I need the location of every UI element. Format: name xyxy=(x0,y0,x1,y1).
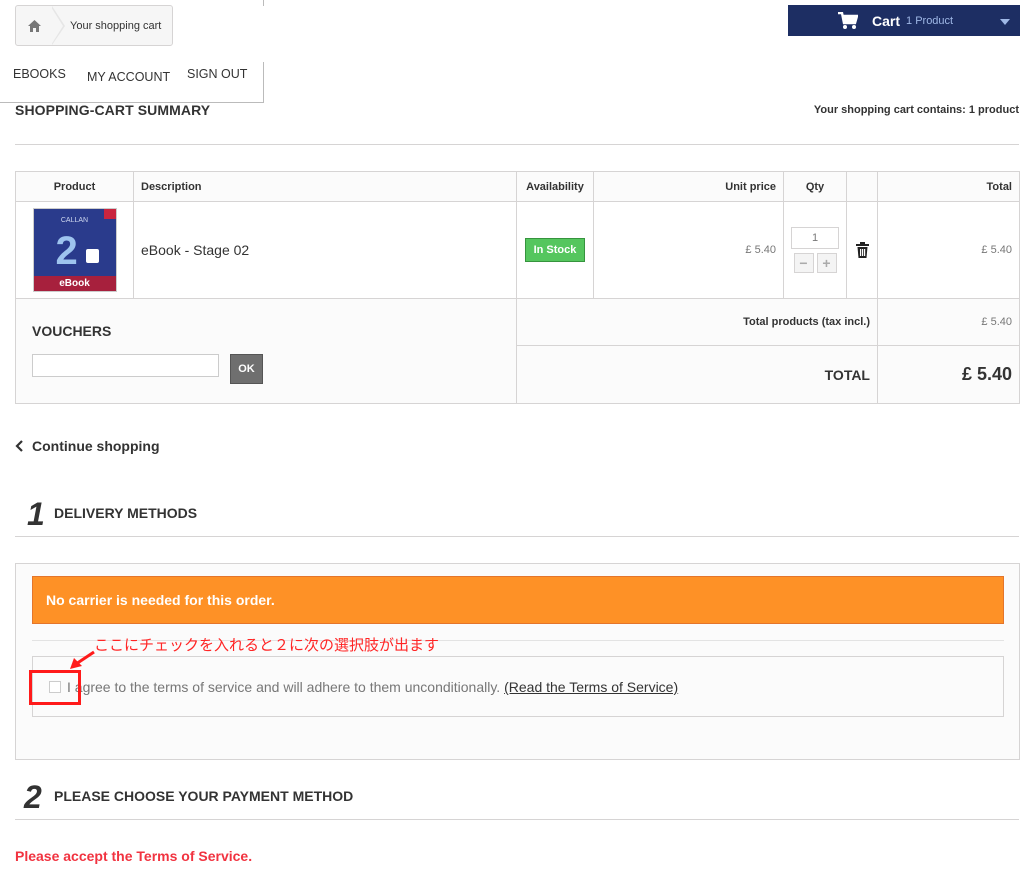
cart-table: Product Description Availability Unit pr… xyxy=(15,171,1020,404)
vouchers-section: VOUCHERS OK xyxy=(15,298,517,404)
annotation-highlight xyxy=(29,670,81,705)
divider xyxy=(15,144,1019,145)
unit-price: £ 5.40 xyxy=(745,244,776,256)
page-title: SHOPPING-CART SUMMARY xyxy=(15,102,211,118)
divider xyxy=(15,536,1019,537)
divider xyxy=(15,819,1019,820)
menu-item-my-account[interactable]: MY ACCOUNT xyxy=(87,70,170,84)
continue-shopping-label: Continue shopping xyxy=(32,438,160,454)
table-row: CALLAN 2 eBook eBook - Stage 02 In Stock… xyxy=(15,201,1020,299)
terms-text: I agree to the terms of service and will… xyxy=(67,679,501,695)
quantity-increase-button[interactable]: + xyxy=(816,253,837,273)
continue-shopping-link[interactable]: Continue shopping xyxy=(15,438,160,454)
step-2-title: PLEASE CHOOSE YOUR PAYMENT METHOD xyxy=(54,788,354,804)
caret-down-icon xyxy=(1000,19,1010,25)
cart-label: Cart xyxy=(872,12,901,29)
thumbnail-brand: CALLAN xyxy=(60,217,89,224)
terms-link[interactable]: (Read the Terms of Service) xyxy=(504,679,678,695)
voucher-ok-button[interactable]: OK xyxy=(230,354,263,384)
availability-badge: In Stock xyxy=(524,238,586,262)
breadcrumb-current: Your shopping cart xyxy=(70,19,162,32)
vouchers-title: VOUCHERS xyxy=(32,323,112,339)
step-1-title: DELIVERY METHODS xyxy=(54,505,198,521)
grand-total-value: £ 5.40 xyxy=(877,345,1020,404)
header-qty: Qty xyxy=(783,171,847,202)
thumbnail-number: 2 xyxy=(55,229,78,273)
product-thumbnail[interactable]: CALLAN 2 eBook xyxy=(32,208,117,292)
header-product: Product xyxy=(15,171,134,202)
product-name-link[interactable]: eBook - Stage 02 xyxy=(141,242,249,258)
line-total: £ 5.40 xyxy=(981,244,1012,256)
step-2-number: 2 xyxy=(24,779,42,815)
quantity-decrease-button[interactable]: − xyxy=(793,253,814,273)
menu-item-ebooks[interactable]: EBOOKS xyxy=(13,67,66,81)
total-products-value: £ 5.40 xyxy=(877,298,1020,346)
home-icon xyxy=(27,19,41,32)
header-description: Description xyxy=(133,171,517,202)
terms-warning: Please accept the Terms of Service. xyxy=(15,848,253,864)
header-unit-price: Unit price xyxy=(593,171,784,202)
terms-label: I agree to the terms of service and will… xyxy=(67,679,678,695)
total-products-label: Total products (tax incl.) xyxy=(516,298,878,346)
annotation-arrow-icon xyxy=(70,650,95,669)
header-total: Total xyxy=(877,171,1020,202)
cart-button[interactable]: Cart 1 Product xyxy=(788,5,1020,36)
breadcrumb: Your shopping cart xyxy=(15,5,173,46)
home-link[interactable] xyxy=(16,6,52,45)
thumbnail-label: eBook xyxy=(33,276,116,291)
chevron-left-icon xyxy=(15,440,23,452)
grand-total-label: TOTAL xyxy=(516,345,878,404)
quantity-input[interactable]: 1 xyxy=(791,227,839,249)
terms-of-service-box: I agree to the terms of service and will… xyxy=(32,656,1004,717)
account-menu: EBOOKS MY ACCOUNT SIGN OUT xyxy=(0,62,264,103)
step-1-number: 1 xyxy=(27,496,45,532)
trash-icon[interactable] xyxy=(855,242,869,258)
shopping-cart-icon xyxy=(838,11,858,29)
cart-count: 1 Product xyxy=(906,14,954,27)
header-delete xyxy=(846,171,878,202)
totals-row: VOUCHERS OK Total products (tax incl.) £… xyxy=(15,298,1020,404)
voucher-code-input[interactable] xyxy=(32,354,219,377)
header-availability: Availability xyxy=(516,171,594,202)
annotation-text: ここにチェックを入れると２に次の選択肢が出ます xyxy=(94,636,440,654)
menu-item-sign-out[interactable]: SIGN OUT xyxy=(187,67,247,81)
carrier-alert: No carrier is needed for this order. xyxy=(32,576,1004,624)
cart-summary-count: Your shopping cart contains: 1 product xyxy=(813,104,1019,116)
delivery-panel: No carrier is needed for this order. I a… xyxy=(15,563,1020,760)
